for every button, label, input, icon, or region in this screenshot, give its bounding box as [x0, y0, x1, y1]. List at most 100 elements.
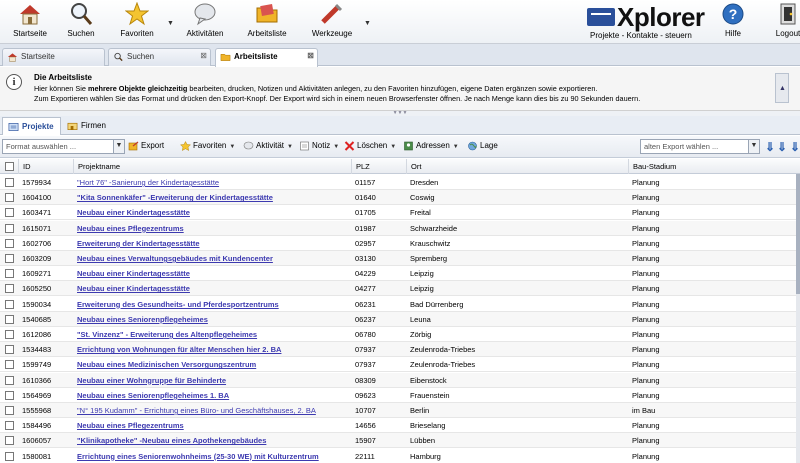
- table-row[interactable]: 1609271 Neubau einer Kindertagesstätte 042…: [0, 266, 796, 282]
- toolbar-suchen[interactable]: Suchen: [51, 2, 111, 38]
- loeschen-button[interactable]: Löschen ▼: [344, 141, 396, 151]
- cell-ort: Hamburg: [410, 451, 441, 461]
- table-row[interactable]: 1564969 Neubau eines Seniorenpflegeheimes…: [0, 388, 796, 403]
- export-button[interactable]: Export: [128, 141, 164, 151]
- column-header-id[interactable]: ID: [18, 159, 73, 174]
- project-link[interactable]: Neubau eines Seniorenpflegeheimes 1. BA: [77, 391, 229, 400]
- column-header-plz[interactable]: PLZ: [351, 159, 406, 174]
- table-row[interactable]: 1605250 Neubau einer Kindertagesstätte 042…: [0, 281, 796, 297]
- note-icon: [300, 141, 309, 151]
- toolbar-favoriten[interactable]: Favoriten: [107, 2, 167, 38]
- row-checkbox[interactable]: [5, 299, 14, 309]
- toolbar-arbeitsliste[interactable]: Arbeitsliste: [237, 2, 297, 38]
- cell-projektname: Neubau eines Pflegezentrums: [73, 418, 351, 433]
- toolbar-werkzeuge[interactable]: Werkzeuge: [302, 2, 362, 38]
- row-checkbox[interactable]: [5, 254, 14, 263]
- table-row[interactable]: 1603209 Neubau eines Verwaltungsgebäudes …: [0, 251, 796, 266]
- row-checkbox[interactable]: [5, 314, 14, 324]
- table-row[interactable]: 1584496 Neubau eines Pflegezentrums 14656 B…: [0, 418, 796, 434]
- row-checkbox[interactable]: [5, 421, 14, 431]
- table-row[interactable]: 1534483 Errichtung von Wohnungen für älte…: [0, 342, 796, 358]
- table-scrollbar[interactable]: [796, 174, 800, 463]
- table-row[interactable]: 1599749 Neubau eines Medizinischen Versor…: [0, 357, 796, 373]
- row-checkbox[interactable]: [5, 238, 14, 248]
- table-row[interactable]: 1603471 Neubau einer Kindertagesstätte 017…: [0, 205, 796, 221]
- cell-plz: 06780: [355, 330, 376, 339]
- toolbar-hilfe[interactable]: ? Hilfe: [703, 2, 763, 38]
- favoriten-button[interactable]: Favoriten ▼: [180, 141, 235, 151]
- row-checkbox[interactable]: [5, 375, 14, 385]
- table-row[interactable]: 1602706 Erweiterung der Kindertagesstätte…: [0, 236, 796, 251]
- project-link[interactable]: "Klinikapotheke" -Neubau eines Apotheken…: [77, 436, 266, 445]
- project-link[interactable]: Neubau eines Pflegezentrums: [77, 421, 184, 430]
- row-checkbox[interactable]: [5, 451, 14, 461]
- tab-startseite[interactable]: Startseite: [2, 48, 105, 66]
- format-select[interactable]: Format auswählen ... ▼: [2, 139, 125, 154]
- table-scrollbar-thumb[interactable]: [796, 174, 800, 294]
- project-link[interactable]: "N° 195 Kudamm" - Errichtung eines Büro-…: [77, 406, 316, 415]
- table-row[interactable]: 1610366 Neubau einer Wohngruppe für Behin…: [0, 372, 796, 388]
- download-list-icon[interactable]: ⇓: [777, 140, 787, 154]
- table-row[interactable]: 1555968 "N° 195 Kudamm" - Errichtung eine…: [0, 403, 796, 418]
- row-checkbox[interactable]: [5, 436, 14, 446]
- row-checkbox[interactable]: [5, 406, 14, 415]
- project-link[interactable]: Erweiterung des Gesundheits- und Pferdes…: [77, 300, 279, 309]
- row-checkbox[interactable]: [5, 208, 14, 218]
- row-checkbox[interactable]: [5, 360, 14, 370]
- close-icon[interactable]: ⊠: [200, 51, 207, 60]
- old-export-select[interactable]: alten Export wählen ... ▼: [640, 139, 760, 154]
- column-header-bau-stadium[interactable]: Bau-Stadium: [628, 159, 796, 174]
- info-collapse-button[interactable]: ▲: [775, 73, 789, 103]
- project-link[interactable]: Neubau einer Kindertagesstätte: [77, 284, 190, 293]
- project-link[interactable]: Neubau einer Kindertagesstätte: [77, 269, 190, 278]
- table-row[interactable]: 1612086 "St. Vinzenz" - Erweiterung des A…: [0, 327, 796, 342]
- toolbar-logout[interactable]: Logout: [758, 2, 800, 38]
- werkzeuge-dropdown-caret[interactable]: ▼: [364, 20, 371, 27]
- row-checkbox[interactable]: [5, 345, 14, 355]
- tab-suchen[interactable]: Suchen ⊠: [108, 48, 211, 66]
- row-checkbox[interactable]: [5, 193, 14, 203]
- project-link[interactable]: Neubau einer Wohngruppe für Behinderte: [77, 376, 226, 385]
- project-link[interactable]: Errichtung eines Seniorenwohnheims (25-3…: [77, 452, 319, 461]
- table-row[interactable]: 1590034 Erweiterung des Gesundheits- und …: [0, 297, 796, 312]
- adressen-button[interactable]: Adressen ▼: [403, 141, 459, 151]
- select-all-checkbox[interactable]: [5, 162, 14, 171]
- row-checkbox[interactable]: [5, 284, 14, 294]
- project-link[interactable]: Neubau einer Kindertagesstätte: [77, 208, 190, 217]
- download-icon[interactable]: ⇓: [765, 140, 775, 154]
- project-link[interactable]: Erweiterung der Kindertagesstätte: [77, 239, 200, 248]
- close-icon[interactable]: ⊠: [307, 51, 314, 60]
- column-header-ort[interactable]: Ort: [406, 159, 628, 174]
- notiz-button[interactable]: Notiz ▼: [299, 141, 339, 151]
- aktivitaet-button[interactable]: Aktivität ▼: [243, 141, 293, 150]
- project-link[interactable]: Errichtung von Wohnungen für älter Mensc…: [77, 345, 281, 354]
- project-link[interactable]: Neubau eines Verwaltungsgebäudes mit Kun…: [77, 254, 273, 263]
- aktivitaet-label: Aktivität: [256, 141, 285, 150]
- lage-button[interactable]: Lage: [467, 141, 498, 151]
- table-row[interactable]: 1604100 "Kita Sonnenkäfer" -Erweiterung d…: [0, 190, 796, 206]
- project-link[interactable]: "Kita Sonnenkäfer" -Erweiterung der Kind…: [77, 193, 273, 202]
- row-checkbox[interactable]: [5, 223, 14, 233]
- table-row[interactable]: 1579934 "Hort 76" -Sanierung der Kinderta…: [0, 175, 796, 190]
- subtab-firmen[interactable]: Firmen: [62, 117, 112, 135]
- project-link[interactable]: Neubau eines Medizinischen Versorgungsze…: [77, 360, 256, 369]
- favoriten-dropdown-caret[interactable]: ▼: [167, 20, 174, 27]
- row-checkbox[interactable]: [5, 178, 14, 187]
- cell-bau-stadium: im Bau: [632, 406, 656, 415]
- download-more-icon[interactable]: ⇓: [790, 140, 800, 154]
- row-checkbox[interactable]: [5, 390, 14, 400]
- project-link[interactable]: "St. Vinzenz" - Erweiterung des Altenpfl…: [77, 330, 257, 339]
- table-row[interactable]: 1606057 "Klinikapotheke" -Neubau eines Ap…: [0, 433, 796, 449]
- project-link[interactable]: Neubau eines Seniorenpflegeheimes: [77, 315, 208, 324]
- column-header-projektname[interactable]: Projektname: [73, 159, 351, 174]
- tab-arbeitsliste[interactable]: Arbeitsliste ⊠: [215, 48, 318, 67]
- row-checkbox[interactable]: [5, 269, 14, 279]
- subtab-projekte[interactable]: Projekte: [2, 117, 61, 135]
- table-row[interactable]: 1540685 Neubau eines Seniorenpflegeheimes…: [0, 311, 796, 327]
- project-link[interactable]: Neubau eines Pflegezentrums: [77, 224, 184, 233]
- row-checkbox[interactable]: [5, 330, 14, 339]
- table-row[interactable]: 1580081 Errichtung eines Seniorenwohnheim…: [0, 449, 796, 463]
- toolbar-aktivitaeten[interactable]: Aktivitäten: [175, 2, 235, 38]
- table-row[interactable]: 1615071 Neubau eines Pflegezentrums 01987 S…: [0, 220, 796, 236]
- project-link[interactable]: "Hort 76" -Sanierung der Kindertagesstät…: [77, 178, 219, 187]
